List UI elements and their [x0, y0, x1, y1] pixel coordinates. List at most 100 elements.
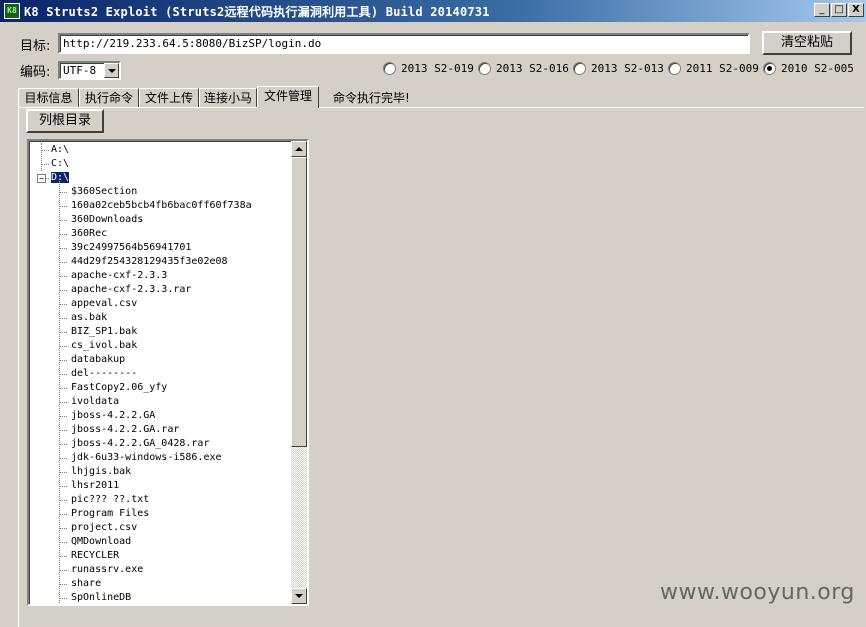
tree-connector [59, 430, 67, 431]
tree-file-item[interactable]: as.bak [71, 311, 107, 325]
tree-file-item[interactable]: $360Section [71, 185, 137, 199]
tree-file-item[interactable]: jboss-4.2.2.GA_0428.rar [71, 437, 209, 451]
app-icon: K8 [4, 3, 20, 19]
tree-file-label: cs_ivol.bak [71, 340, 138, 351]
tree-file-item[interactable]: 44d29f254328129435f3e02e08 [71, 255, 228, 269]
tree-file-item[interactable]: 39c24997564b56941701 [71, 241, 191, 255]
tree-file-item[interactable]: lhsr2011 [71, 479, 119, 493]
tree-connector [59, 234, 67, 235]
tree-file-label: share [71, 578, 102, 589]
tab-3[interactable]: 连接小马 [199, 88, 257, 107]
tree-file-item[interactable]: del-------- [71, 367, 137, 381]
tree-file-item[interactable]: jdk-6u33-windows-i586.exe [71, 451, 222, 465]
title-bar[interactable]: K8 K8 Struts2 Exploit (Struts2远程代码执行漏洞利用… [0, 0, 866, 22]
tree-file-label: FastCopy2.06_yfy [71, 382, 168, 393]
tree-connector [59, 346, 67, 347]
exploit-radio-option[interactable]: 2011 S2-009 [668, 62, 759, 75]
tree-drive-label: D:\ [49, 171, 71, 184]
close-button[interactable]: X [848, 3, 864, 17]
encoding-value: UTF-8 [63, 64, 97, 77]
tree-connector [59, 360, 67, 361]
maximize-button[interactable]: □ [831, 3, 847, 17]
tree-file-item[interactable]: BIZ_SP1.bak [71, 325, 137, 339]
tree-connector [41, 143, 42, 171]
minimize-button[interactable]: _ [814, 3, 830, 17]
tree-drive-item[interactable]: A:\ [51, 143, 69, 157]
tree-file-label: lhsr2011 [71, 480, 120, 491]
tree-file-item[interactable]: apache-cxf-2.3.3 [71, 269, 167, 283]
tree-file-label: as.bak [71, 312, 108, 323]
tree-file-item[interactable]: databakup [71, 353, 125, 367]
exploit-radio-option[interactable]: 2010 S2-005 [763, 62, 854, 75]
exploit-radio-option[interactable]: 2013 S2-019 [383, 62, 474, 75]
radio-button-icon[interactable] [573, 62, 586, 75]
exploit-radio-label: 2011 S2-009 [686, 62, 759, 75]
tree-file-item[interactable]: ivoldata [71, 395, 119, 409]
tree-connector [59, 192, 67, 193]
tree-file-item[interactable]: 160a02ceb5bcb4fb6bac0ff60f738a [71, 199, 252, 213]
tree-connector [59, 248, 67, 249]
tree-file-item[interactable]: QMDownload [71, 535, 131, 549]
tree-connector [41, 164, 49, 165]
tree-file-item[interactable]: jboss-4.2.2.GA [71, 409, 155, 423]
clear-paste-button[interactable]: 清空粘贴 [762, 31, 852, 55]
tree-file-label: $360Section [71, 186, 138, 197]
exploit-radio-option[interactable]: 2013 S2-016 [478, 62, 569, 75]
tree-connector [59, 458, 67, 459]
tree-file-item[interactable]: pic??? ??.txt [71, 493, 149, 507]
tree-file-item[interactable]: 360Rec [71, 227, 107, 241]
tree-file-item[interactable]: appeval.csv [71, 297, 137, 311]
tab-2[interactable]: 文件上传 [139, 88, 199, 107]
tab-4[interactable]: 文件管理 [257, 86, 319, 108]
tree-connector [59, 332, 67, 333]
tree-connector [59, 556, 67, 557]
scroll-down-icon[interactable] [291, 588, 307, 604]
tree-connector [59, 528, 67, 529]
scroll-up-icon[interactable] [291, 141, 307, 157]
target-url-input[interactable]: http://219.233.64.5:8080/BizSP/login.do [58, 33, 750, 54]
scroll-thumb[interactable] [291, 157, 307, 447]
tab-0[interactable]: 目标信息 [18, 88, 79, 107]
tree-file-item[interactable]: 360Downloads [71, 213, 143, 227]
tree-file-label: 39c24997564b56941701 [71, 242, 192, 253]
tree-file-item[interactable]: cs_ivol.bak [71, 339, 137, 353]
tree-file-label: 160a02ceb5bcb4fb6bac0ff60f738a [71, 200, 252, 211]
radio-button-icon[interactable] [763, 62, 776, 75]
tree-file-item[interactable]: apache-cxf-2.3.3.rar [71, 283, 191, 297]
tree-connector [59, 514, 67, 515]
tree-file-label: databakup [71, 354, 126, 365]
tree-file-item[interactable]: runassrv.exe [71, 563, 143, 577]
tree-file-label: jboss-4.2.2.GA.rar [71, 424, 180, 435]
encoding-select[interactable]: UTF-8 [58, 61, 121, 80]
tree-scrollbar[interactable] [291, 141, 307, 604]
radio-button-icon[interactable] [383, 62, 396, 75]
tree-file-item[interactable]: Program Files [71, 507, 149, 521]
tree-drive-item[interactable]: D:\ [49, 171, 71, 185]
tree-file-item[interactable]: SpOnlineDB [71, 591, 131, 604]
collapse-icon[interactable]: − [37, 174, 46, 183]
exploit-radio-label: 2013 S2-016 [496, 62, 569, 75]
tree-drive-label: A:\ [51, 144, 70, 155]
exploit-radio-option[interactable]: 2013 S2-013 [573, 62, 664, 75]
tree-file-label: Program Files [71, 508, 150, 519]
tree-file-item[interactable]: project.csv [71, 521, 137, 535]
tree-drive-item[interactable]: C:\ [51, 157, 69, 171]
tab-1[interactable]: 执行命令 [79, 88, 139, 107]
radio-button-icon[interactable] [668, 62, 681, 75]
file-tree[interactable]: A:\ C:\ D:\ − $360Section 160a02ceb5bcb4fb6ba… [27, 139, 309, 606]
tree-file-item[interactable]: jboss-4.2.2.GA.rar [71, 423, 179, 437]
list-root-button[interactable]: 列根目录 [26, 109, 104, 133]
watermark: www.wooyun.org [660, 580, 855, 605]
chevron-down-icon[interactable] [104, 63, 119, 78]
encoding-label: 编码: [20, 65, 51, 80]
tree-connector [59, 220, 67, 221]
tree-file-label: apache-cxf-2.3.3 [71, 270, 168, 281]
radio-button-icon[interactable] [478, 62, 491, 75]
tree-file-item[interactable]: RECYCLER [71, 549, 119, 563]
tree-file-item[interactable]: lhjgis.bak [71, 465, 131, 479]
tree-connector [59, 290, 67, 291]
tree-connector [59, 402, 67, 403]
tree-file-item[interactable]: share [71, 577, 101, 591]
tree-file-label: ivoldata [71, 396, 120, 407]
tree-file-item[interactable]: FastCopy2.06_yfy [71, 381, 167, 395]
